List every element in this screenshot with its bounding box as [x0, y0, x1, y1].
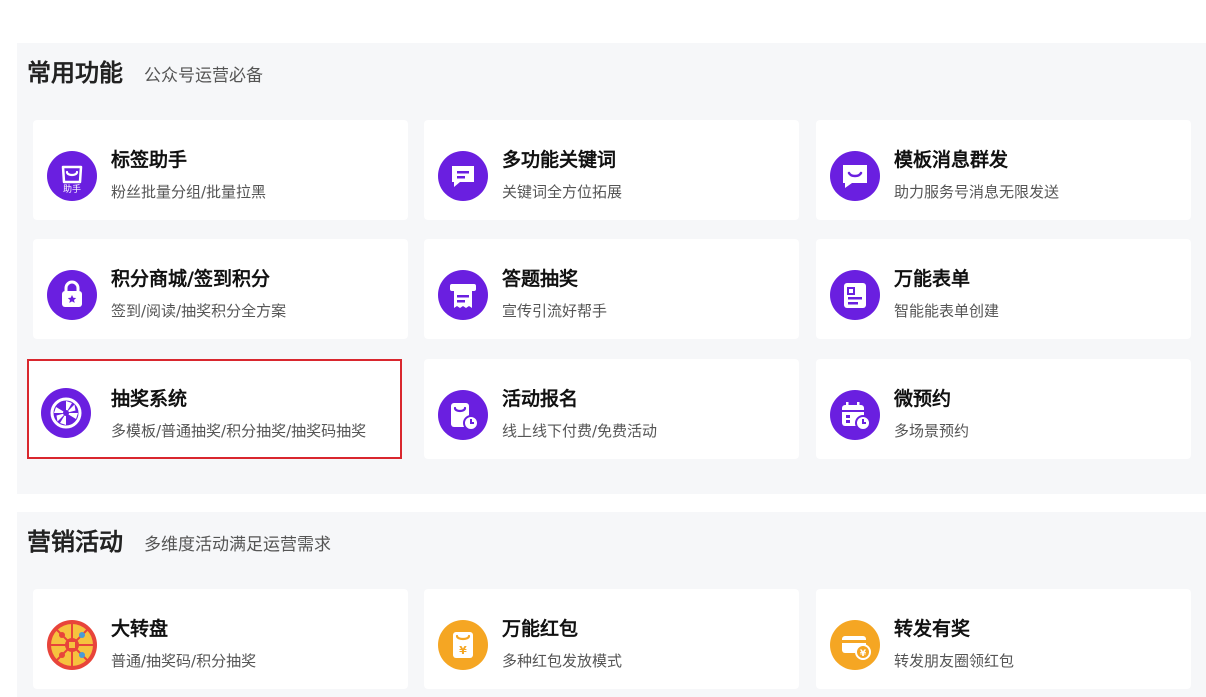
card-universal-form[interactable]: 万能表单 智能能表单创建 [816, 239, 1191, 339]
card-desc: 关键词全方位拓展 [502, 183, 623, 201]
card-event-signup[interactable]: 活动报名 线上线下付费/免费活动 [424, 359, 799, 459]
lock-icon [47, 270, 97, 320]
card-desc: 线上线下付费/免费活动 [502, 422, 658, 440]
card-micro-booking[interactable]: 微预约 多场景预约 [816, 359, 1191, 459]
card-lottery-system[interactable]: 抽奖系统 多模板/普通抽奖/积分抽奖/抽奖码抽奖 [27, 359, 402, 459]
card-desc: 智能能表单创建 [894, 302, 1000, 320]
card-desc: 转发朋友圈领红包 [894, 652, 1015, 670]
card-title: 抽奖系统 [111, 388, 188, 410]
card-desc: 普通/抽奖码/积分抽奖 [111, 652, 257, 670]
smile-chat-icon [830, 151, 880, 201]
common-section-subtitle: 公众号运营必备 [144, 66, 263, 86]
form-icon [830, 270, 880, 320]
svg-text:¥: ¥ [459, 644, 467, 657]
card-title: 微预约 [894, 388, 952, 410]
message-icon [438, 151, 488, 201]
card-title: 模板消息群发 [894, 149, 1009, 171]
calendar-clock-icon [830, 390, 880, 440]
card-desc: 多模板/普通抽奖/积分抽奖/抽奖码抽奖 [111, 422, 367, 440]
card-quiz-lottery[interactable]: 答题抽奖 宣传引流好帮手 [424, 239, 799, 339]
card-tag-assistant[interactable]: 助手 标签助手 粉丝批量分组/批量拉黑 [33, 120, 408, 220]
card-points-mall[interactable]: 积分商城/签到积分 签到/阅读/抽奖积分全方案 [33, 239, 408, 339]
wheel-icon [41, 388, 91, 438]
common-section-header: 常用功能 公众号运营必备 [27, 53, 263, 87]
icon-label: 助手 [63, 183, 81, 195]
card-title: 积分商城/签到积分 [111, 268, 270, 290]
card-title: 标签助手 [111, 149, 188, 171]
prize-wheel-icon [47, 620, 97, 670]
marketing-section-title: 营销活动 [27, 528, 123, 556]
card-title: 转发有奖 [894, 618, 971, 640]
common-functions-section: 常用功能 公众号运营必备 助手 标签助手 粉丝批量分组/批量拉黑 多功能关键词 … [17, 43, 1206, 494]
svg-text:¥: ¥ [860, 649, 867, 659]
card-multi-keyword[interactable]: 多功能关键词 关键词全方位拓展 [424, 120, 799, 220]
card-desc: 粉丝批量分组/批量拉黑 [111, 183, 267, 201]
common-section-title: 常用功能 [27, 59, 123, 87]
marketing-activities-section: 营销活动 多维度活动满足运营需求 大转盘 普通/抽奖码/积分抽奖 ¥ 万能红包 … [17, 512, 1206, 697]
red-packet-icon: ¥ [438, 620, 488, 670]
calendar-clock-icon [438, 390, 488, 440]
marketing-section-subtitle: 多维度活动满足运营需求 [144, 535, 331, 555]
card-template-message[interactable]: 模板消息群发 助力服务号消息无限发送 [816, 120, 1191, 220]
bag-icon: 助手 [47, 151, 97, 201]
card-desc: 多场景预约 [894, 422, 970, 440]
card-desc: 签到/阅读/抽奖积分全方案 [111, 302, 287, 320]
card-desc: 宣传引流好帮手 [502, 302, 608, 320]
card-desc: 助力服务号消息无限发送 [894, 183, 1060, 201]
card-title: 答题抽奖 [502, 268, 579, 290]
card-share-reward[interactable]: ¥ 转发有奖 转发朋友圈领红包 [816, 589, 1191, 689]
share-card-icon: ¥ [830, 620, 880, 670]
card-title: 大转盘 [111, 618, 169, 640]
card-title: 活动报名 [502, 388, 579, 410]
card-title: 多功能关键词 [502, 149, 617, 171]
card-desc: 多种红包发放模式 [502, 652, 623, 670]
card-universal-red-packet[interactable]: ¥ 万能红包 多种红包发放模式 [424, 589, 799, 689]
card-big-wheel[interactable]: 大转盘 普通/抽奖码/积分抽奖 [33, 589, 408, 689]
card-title: 万能红包 [502, 618, 579, 640]
marketing-section-header: 营销活动 多维度活动满足运营需求 [27, 522, 331, 556]
printer-icon [438, 270, 488, 320]
card-title: 万能表单 [894, 268, 971, 290]
